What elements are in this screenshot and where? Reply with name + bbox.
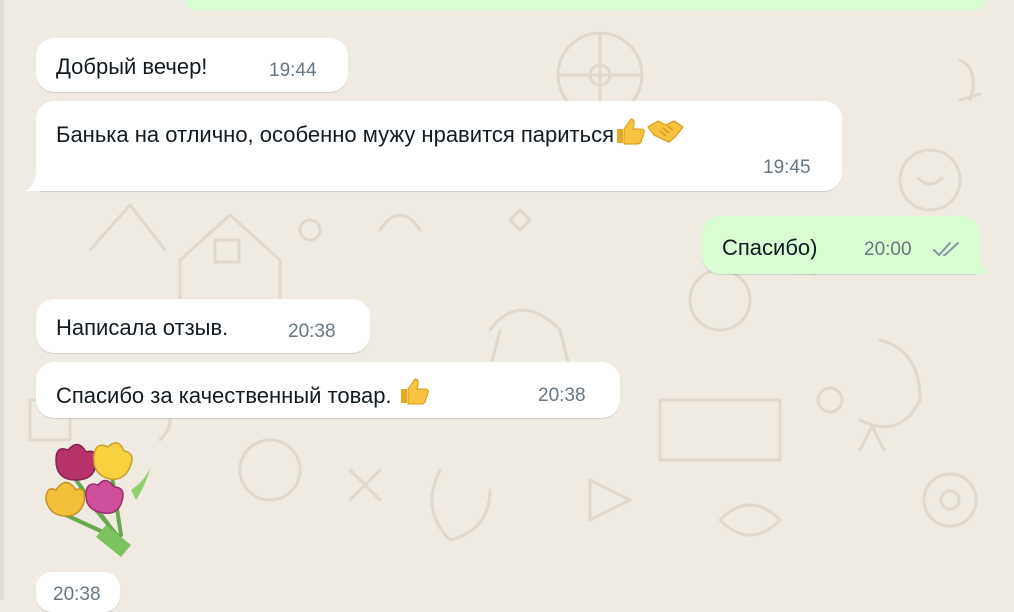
message-bubble-outgoing[interactable]: Спасибо) 20:00 [702,216,980,274]
tulip-bouquet-sticker-icon[interactable] [36,440,160,564]
bubble-tail [26,170,42,191]
message-text: Банька на отлично, особенно мужу нравитс… [56,117,684,151]
double-check-read-icon [933,242,959,256]
message-text: Добрый вечер! [56,54,208,79]
message-timestamp: 20:00 [864,239,912,260]
message-timestamp: 20:38 [288,321,336,342]
previous-message-bubble-edge [185,0,985,10]
message-timestamp: 20:38 [538,385,586,406]
sticker-timestamp-chip: 20:38 [36,572,120,612]
message-bubble-incoming[interactable]: Добрый вечер! 19:44 [36,38,348,92]
message-text-content: Спасибо за качественный товар. [56,383,392,408]
message-timestamp: 20:38 [53,584,101,605]
message-bubble-incoming[interactable]: Написала отзыв. 20:38 [36,299,370,353]
message-text: Спасибо) [722,235,818,260]
message-text-content: Банька на отлично, особенно мужу нравитс… [56,122,615,147]
message-bubble-incoming[interactable]: Банька на отлично, особенно мужу нравитс… [36,101,842,191]
thumbs-up-emoji-icon [398,376,430,412]
thumbs-up-emoji-icon [614,117,646,151]
handshake-emoji-icon [646,117,684,151]
message-bubble-incoming[interactable]: Спасибо за качественный товар. 20:38 [36,362,620,418]
message-text: Спасибо за качественный товар. [56,376,430,412]
message-text: Написала отзыв. [56,315,229,340]
message-timestamp: 19:45 [763,157,811,178]
bubble-tail [974,253,988,274]
message-timestamp: 19:44 [269,60,317,81]
